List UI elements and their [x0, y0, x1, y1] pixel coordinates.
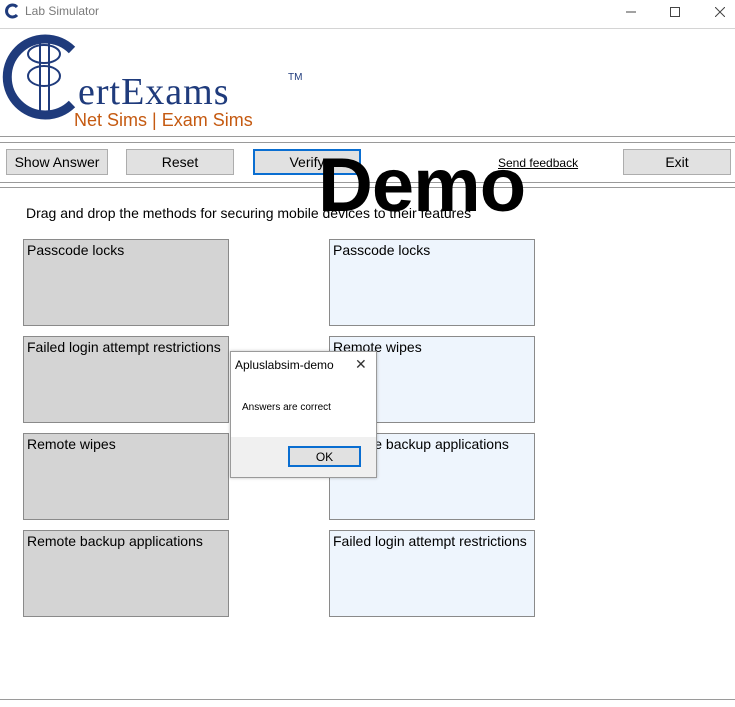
certexams-logo: ertExams TM Net Sims | Exam Sims [2, 30, 312, 134]
drop-target[interactable]: Failed login attempt restrictions [329, 530, 535, 617]
divider [0, 136, 735, 137]
drop-target[interactable]: Passcode locks [329, 239, 535, 326]
title-bar: Lab Simulator [0, 0, 735, 24]
app-logo-icon [5, 3, 19, 19]
logo-trademark: TM [288, 72, 303, 83]
dialog-message: Answers are correct [242, 402, 331, 413]
close-window-button[interactable] [697, 0, 735, 24]
logo-c-emblem-icon [2, 34, 76, 120]
source-item[interactable]: Failed login attempt restrictions [23, 336, 229, 423]
maximize-button[interactable] [652, 0, 698, 24]
divider [0, 699, 735, 700]
logo-brand-text: ertExams [78, 71, 230, 113]
source-item[interactable]: Remote wipes [23, 433, 229, 520]
close-icon [715, 7, 725, 17]
dialog-title: Apluslabsim-demo [235, 358, 334, 372]
logo-tagline: Net Sims | Exam Sims [74, 110, 253, 130]
window-title: Lab Simulator [25, 4, 100, 18]
dialog-close-icon[interactable]: ✕ [355, 356, 367, 373]
ok-button[interactable]: OK [288, 446, 361, 467]
demo-watermark: Demo [318, 143, 526, 228]
message-dialog: Apluslabsim-demo ✕ Answers are correct O… [230, 351, 377, 478]
minimize-button[interactable] [608, 0, 654, 24]
source-item[interactable]: Remote backup applications [23, 530, 229, 617]
reset-button[interactable]: Reset [126, 149, 234, 175]
exit-button[interactable]: Exit [623, 149, 731, 175]
maximize-icon [670, 7, 680, 17]
show-answer-button[interactable]: Show Answer [6, 149, 108, 175]
divider [0, 28, 735, 29]
source-item[interactable]: Passcode locks [23, 239, 229, 326]
minimize-icon [626, 11, 636, 13]
